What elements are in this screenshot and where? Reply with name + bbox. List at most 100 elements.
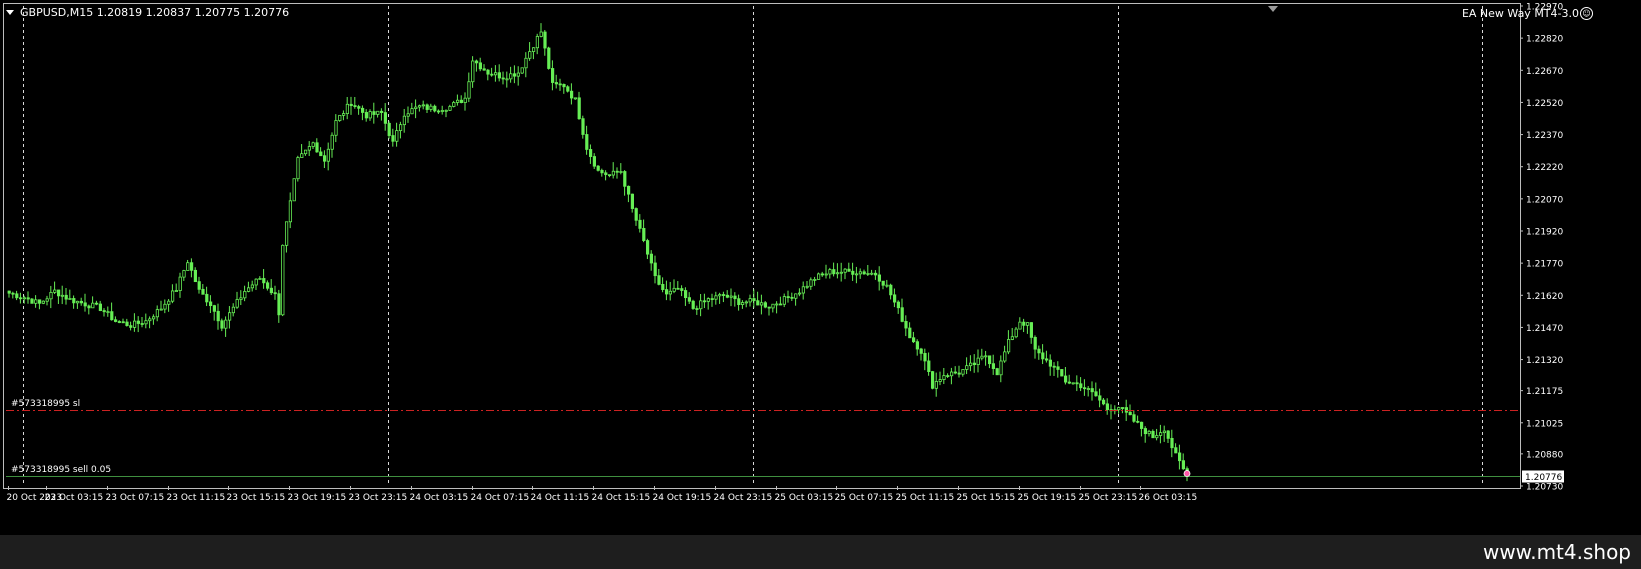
candle-body xyxy=(448,106,452,111)
candle xyxy=(436,109,441,114)
y-tick-label: 1.20880 xyxy=(1526,450,1563,460)
candle-body xyxy=(227,312,232,321)
candle xyxy=(1018,317,1022,330)
candle xyxy=(110,302,114,321)
candle-body xyxy=(695,308,699,310)
candle xyxy=(779,296,783,306)
candle xyxy=(178,272,182,298)
expert-advisor-label: EA New Way MT4-3.0 xyxy=(1461,7,1579,20)
candle-body xyxy=(1132,414,1136,422)
candle xyxy=(129,321,133,331)
candle-body xyxy=(687,297,692,302)
candle xyxy=(1007,330,1011,355)
candle xyxy=(718,292,722,304)
candle xyxy=(980,348,984,361)
candle xyxy=(106,306,110,317)
price-chart[interactable]: 1.229701.228201.226701.225201.223701.222… xyxy=(0,0,1641,535)
candle-body xyxy=(15,293,19,299)
candle xyxy=(1143,426,1147,443)
candle-body xyxy=(53,289,57,293)
candle-body xyxy=(1071,382,1075,385)
candle-body xyxy=(300,153,304,158)
candle xyxy=(832,262,836,277)
candle-body xyxy=(782,296,787,305)
candle xyxy=(767,306,771,316)
candle xyxy=(30,298,34,304)
candle xyxy=(855,266,859,284)
candle xyxy=(619,163,623,175)
candle xyxy=(254,278,258,290)
chart-shift-marker-icon[interactable] xyxy=(1268,6,1278,12)
candle xyxy=(250,280,254,292)
candle-body xyxy=(748,298,752,303)
candle-body xyxy=(961,369,965,375)
candle-body xyxy=(372,111,376,115)
candle-body xyxy=(843,268,847,273)
candle-body xyxy=(1178,452,1182,462)
candle xyxy=(847,262,851,272)
candle xyxy=(851,262,855,281)
candle xyxy=(246,281,251,293)
candle xyxy=(630,193,635,213)
x-tick-label: 23 Oct 11:15 xyxy=(167,493,226,503)
candle xyxy=(535,33,540,55)
candle-body xyxy=(425,104,429,110)
candle-body xyxy=(813,278,817,281)
candle-body xyxy=(915,341,920,350)
candle xyxy=(946,373,950,378)
candle xyxy=(714,291,718,305)
candle-body xyxy=(1086,388,1090,390)
candle-body xyxy=(292,178,296,202)
candle xyxy=(604,170,608,181)
candle xyxy=(425,103,429,113)
candle xyxy=(687,292,692,305)
candle xyxy=(478,57,483,72)
candle-body xyxy=(528,51,532,59)
candle xyxy=(858,268,863,279)
candle-body xyxy=(562,83,566,88)
candle-body xyxy=(798,292,802,295)
y-tick-label: 1.21920 xyxy=(1526,228,1563,238)
candle xyxy=(817,272,821,280)
candle xyxy=(790,292,794,301)
candle-body xyxy=(41,300,46,304)
candle xyxy=(91,296,95,309)
candle-body xyxy=(357,106,361,109)
candle xyxy=(562,83,566,94)
candle-body xyxy=(1151,430,1155,439)
sell-arrow-icon xyxy=(1183,470,1191,477)
y-tick-label: 1.22070 xyxy=(1526,195,1563,205)
candle xyxy=(558,78,562,91)
candle-body xyxy=(1121,407,1125,409)
candle-body xyxy=(273,292,277,295)
candle xyxy=(421,100,426,110)
candle-body xyxy=(862,271,866,275)
candle-body xyxy=(520,67,524,74)
candle-body xyxy=(459,99,464,103)
candle xyxy=(566,85,570,93)
chart-area[interactable]: 1.22970 1.22820 1.22670 1.22520 1.22370 1.222… xyxy=(0,0,1641,535)
candle xyxy=(364,109,369,122)
candle xyxy=(72,295,76,309)
y-tick-label: 1.21470 xyxy=(1526,324,1563,334)
candle xyxy=(493,65,498,82)
candle-body xyxy=(1048,359,1052,367)
candle-body xyxy=(1014,328,1018,338)
candle-body xyxy=(722,294,726,296)
chart-menu-triangle-icon[interactable] xyxy=(6,10,14,15)
candle xyxy=(623,170,627,196)
candle-body xyxy=(391,135,395,142)
candle xyxy=(60,285,65,305)
candle-body xyxy=(600,169,604,174)
candle-body xyxy=(1124,407,1128,413)
candle-body xyxy=(330,134,334,150)
candle xyxy=(11,291,15,299)
candle-body xyxy=(972,362,977,366)
candle-body xyxy=(212,305,216,312)
candle-body xyxy=(148,318,152,322)
mt4-chart-window: 1.22970 1.22820 1.22670 1.22520 1.22370 1.222… xyxy=(0,0,1641,569)
candle-body xyxy=(125,321,129,327)
candle-body xyxy=(969,362,973,367)
candle-body xyxy=(923,352,927,362)
candle xyxy=(64,288,68,305)
